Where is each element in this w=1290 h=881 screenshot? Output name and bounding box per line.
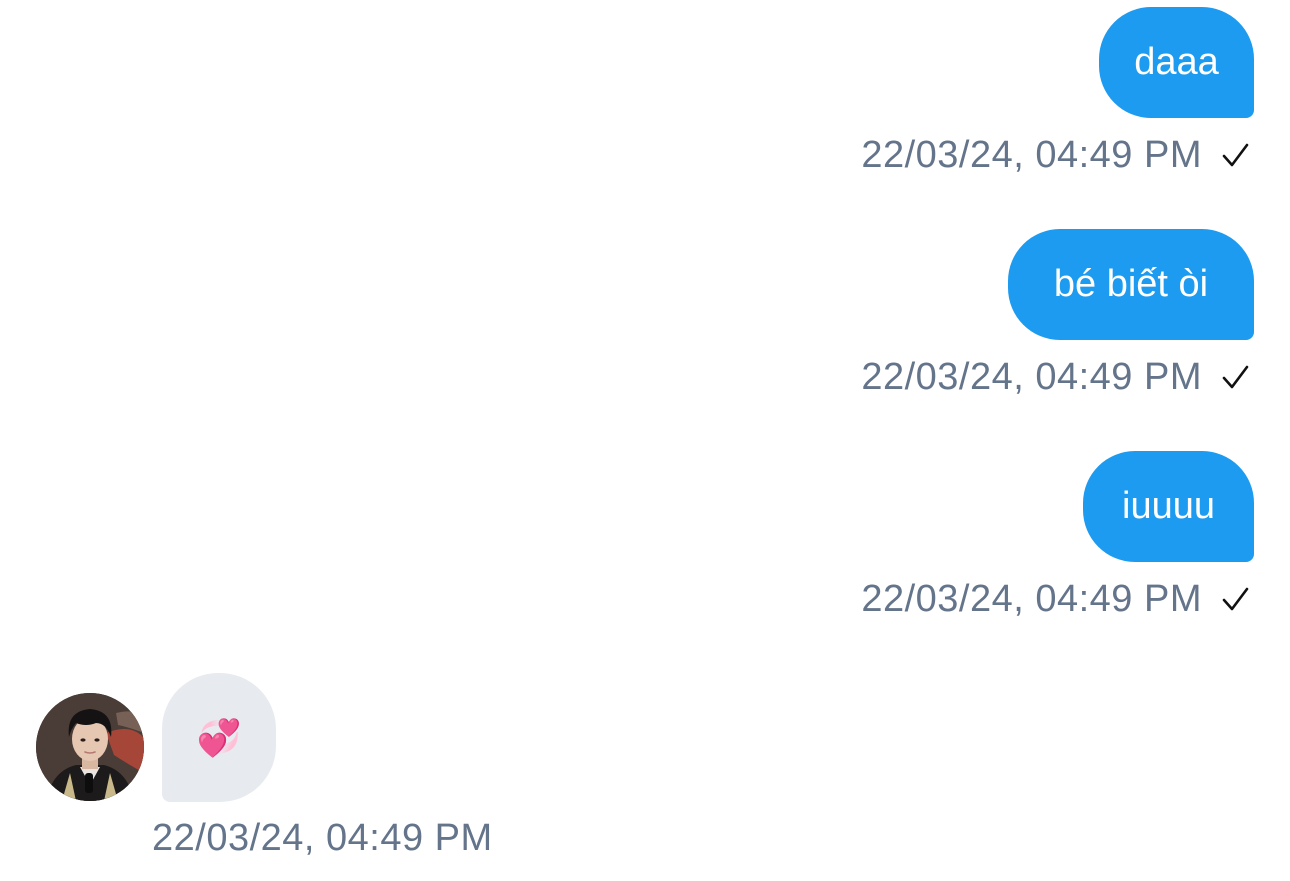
message-meta: 22/03/24, 04:49 PM — [861, 574, 1250, 624]
message-timestamp: 22/03/24, 04:49 PM — [861, 133, 1202, 176]
message-text: daaa — [1134, 41, 1219, 83]
message-text: iuuuu — [1122, 485, 1215, 527]
message-meta: 22/03/24, 04:49 PM — [861, 352, 1250, 402]
avatar-photo — [36, 693, 144, 801]
message-meta: 22/03/24, 04:49 PM — [861, 130, 1250, 180]
received-message-bubble[interactable]: 💞 — [162, 673, 276, 802]
check-icon — [1222, 365, 1249, 389]
sent-message-bubble[interactable]: bé biết òi — [1008, 229, 1254, 340]
message-text: bé biết òi — [1053, 263, 1209, 305]
sent-message-bubble[interactable]: iuuuu — [1083, 451, 1254, 562]
message-emoji: 💞 — [196, 716, 242, 758]
contact-avatar[interactable] — [36, 693, 144, 801]
message-timestamp: 22/03/24, 04:49 PM — [861, 577, 1202, 620]
check-icon — [1222, 143, 1249, 167]
message-timestamp: 22/03/24, 04:49 PM — [861, 355, 1202, 398]
message-meta: 22/03/24, 04:49 PM — [152, 813, 493, 863]
check-icon — [1222, 587, 1249, 611]
message-timestamp: 22/03/24, 04:49 PM — [152, 816, 493, 859]
sent-message-bubble[interactable]: daaa — [1099, 7, 1254, 118]
